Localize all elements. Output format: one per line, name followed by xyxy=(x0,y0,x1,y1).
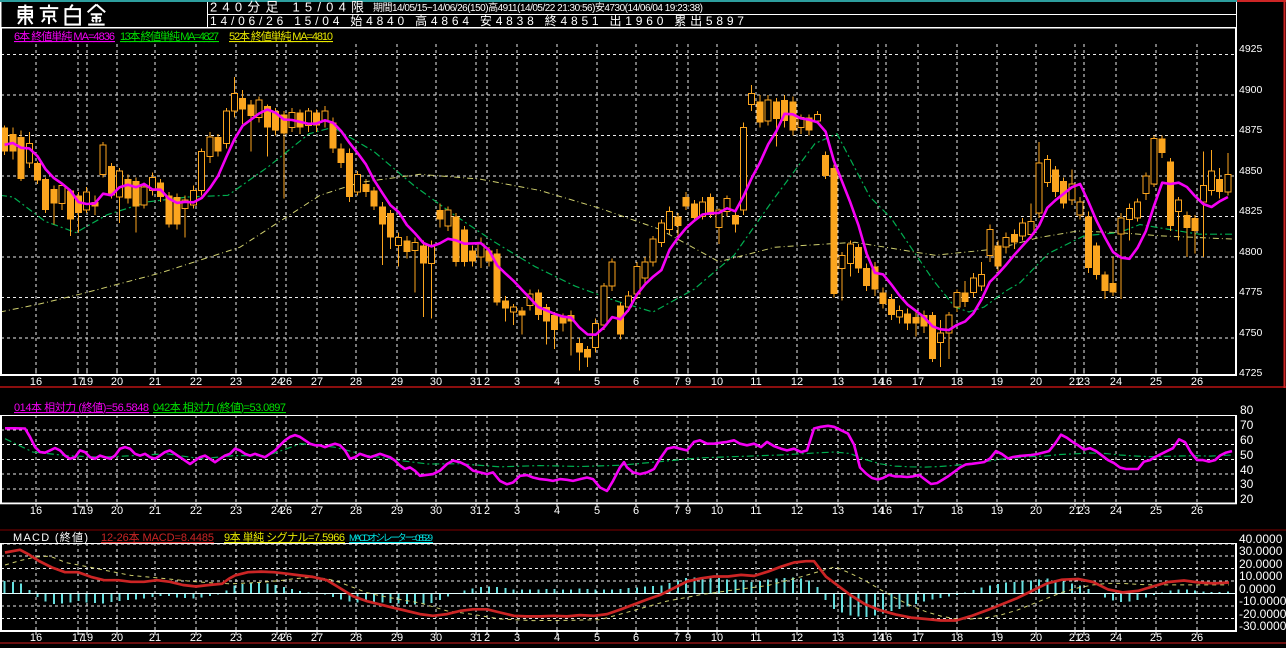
svg-text:12-26本 MACD=8.4485: 12-26本 MACD=8.4485 xyxy=(101,530,214,544)
svg-text:4825: 4825 xyxy=(1239,205,1263,217)
svg-text:042本 相対力 (終値)=53.0897: 042本 相対力 (終値)=53.0897 xyxy=(153,400,286,414)
svg-text:4775: 4775 xyxy=(1239,286,1263,298)
svg-text:80: 80 xyxy=(1240,403,1254,417)
svg-text:-10.0000: -10.0000 xyxy=(1239,594,1286,608)
svg-text:10.0000: 10.0000 xyxy=(1239,569,1283,583)
svg-text:4900: 4900 xyxy=(1239,84,1263,96)
svg-text:4875: 4875 xyxy=(1239,124,1263,136)
svg-text:4925: 4925 xyxy=(1239,43,1263,55)
svg-text:-30.0000: -30.0000 xyxy=(1239,619,1286,633)
svg-text:4800: 4800 xyxy=(1239,246,1263,258)
svg-text:30.0000: 30.0000 xyxy=(1239,544,1283,558)
svg-text:30: 30 xyxy=(1240,477,1254,491)
svg-text:4850: 4850 xyxy=(1239,165,1263,177)
svg-text:52本 終値単純 MA=4810: 52本 終値単純 MA=4810 xyxy=(229,29,333,43)
svg-text:期間14/05/15~14/06/26(150)高4911(: 期間14/05/15~14/06/26(150)高4911(14/05/22 2… xyxy=(373,1,703,14)
svg-text:6本 終値単純 MA=4836: 6本 終値単純 MA=4836 xyxy=(14,29,115,43)
svg-text:50: 50 xyxy=(1240,448,1254,462)
svg-text:70: 70 xyxy=(1240,418,1254,432)
svg-text:MACDオシレーター=0.8529: MACDオシレーター=0.8529 xyxy=(349,533,433,544)
svg-text:20: 20 xyxy=(1240,492,1254,506)
svg-text:13本 終値単純 MA=4827: 13本 終値単純 MA=4827 xyxy=(120,29,219,43)
svg-text:014本 相対力 (終値)=56.5848: 014本 相対力 (終値)=56.5848 xyxy=(14,400,149,414)
svg-text:60: 60 xyxy=(1240,433,1254,447)
svg-text:4750: 4750 xyxy=(1239,327,1263,339)
svg-text:9本 単純 シグナル=7.5966: 9本 単純 シグナル=7.5966 xyxy=(224,530,345,544)
svg-text:MACD (終値): MACD (終値) xyxy=(13,530,88,544)
svg-text:4725: 4725 xyxy=(1239,367,1263,379)
svg-text:40: 40 xyxy=(1240,463,1254,477)
